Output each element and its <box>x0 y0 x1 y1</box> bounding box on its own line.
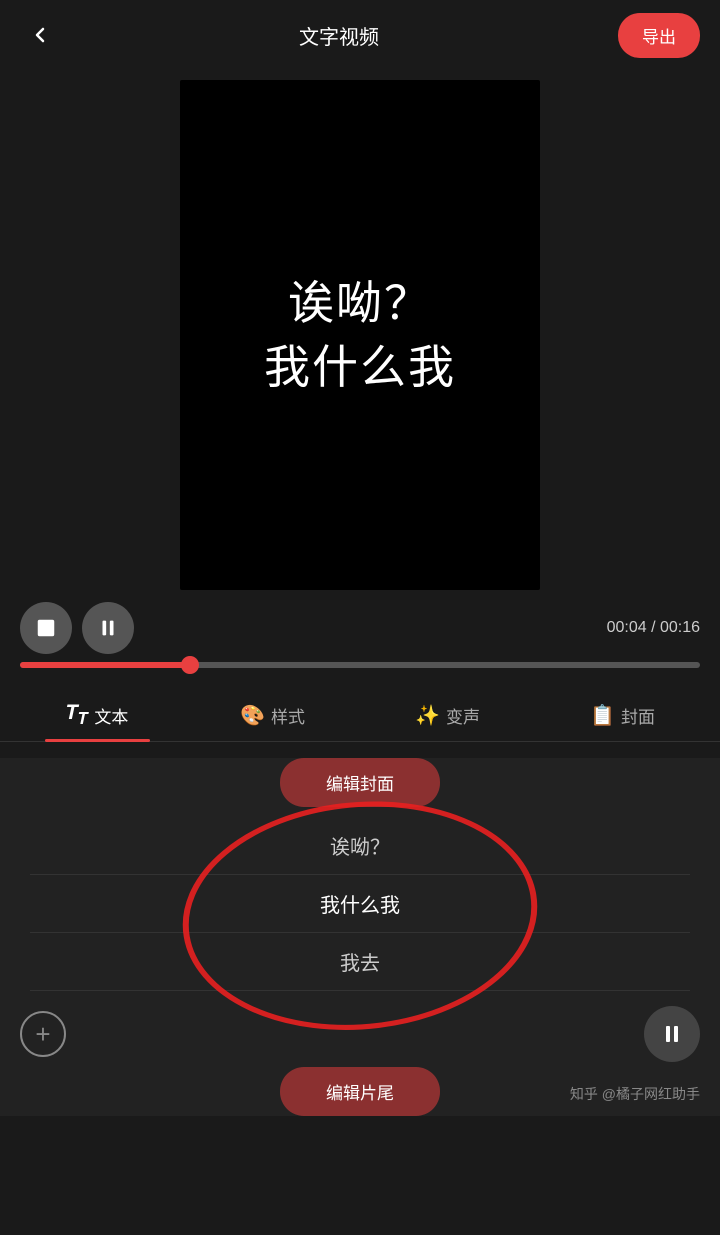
play-bottom-button[interactable] <box>644 1006 700 1062</box>
tab-cover-label: 封面 <box>621 703 655 728</box>
magic-icon: ✨ <box>415 703 440 728</box>
tab-style[interactable]: 🎨 样式 <box>185 689 360 740</box>
script-line-1[interactable]: 诶呦？ <box>30 817 690 875</box>
pause-button[interactable] <box>82 602 134 654</box>
script-line-2[interactable]: 我什么我 <box>30 875 690 933</box>
palette-icon: 🎨 <box>240 703 265 728</box>
tab-text[interactable]: 𝑻𝑻 文本 <box>10 688 185 741</box>
edit-footer-button[interactable]: 编辑片尾 <box>280 1067 440 1116</box>
video-line1: 诶呦？ <box>264 271 456 335</box>
playback-area: 00:04 / 00:16 <box>0 590 720 674</box>
video-container: 诶呦？ 我什么我 <box>0 70 720 590</box>
script-line-3[interactable]: 我去 <box>30 933 690 991</box>
playback-top: 00:04 / 00:16 <box>20 602 700 654</box>
page-title: 文字视频 <box>299 21 379 50</box>
progress-fill <box>20 662 190 668</box>
back-button[interactable] <box>20 15 60 55</box>
tab-voice-label: 变声 <box>446 703 480 728</box>
script-lines: 诶呦？ 我什么我 我去 <box>0 807 720 1001</box>
header: 文字视频 导出 <box>0 0 720 70</box>
bottom-content: 编辑封面 诶呦？ 我什么我 我去 + 编辑片尾 知乎 @橘子网红助手 <box>0 758 720 1116</box>
bookmark-icon: 📋 <box>590 703 615 728</box>
edit-cover-button[interactable]: 编辑封面 <box>280 758 440 807</box>
tab-text-label: 文本 <box>94 703 128 728</box>
stop-button[interactable] <box>20 602 72 654</box>
watermark: 知乎 @橘子网红助手 <box>570 1084 700 1104</box>
tab-bar: 𝑻𝑻 文本 🎨 样式 ✨ 变声 📋 封面 <box>0 688 720 742</box>
tab-cover[interactable]: 📋 封面 <box>535 689 710 740</box>
bottom-row: + <box>0 1001 720 1067</box>
text-icon: 𝑻𝑻 <box>67 702 89 729</box>
video-line2: 我什么我 <box>264 335 456 399</box>
export-button[interactable]: 导出 <box>618 13 700 58</box>
time-display: 00:04 / 00:16 <box>607 619 700 637</box>
tab-style-label: 样式 <box>271 703 305 728</box>
video-preview: 诶呦？ 我什么我 <box>180 80 540 590</box>
tab-voice[interactable]: ✨ 变声 <box>360 689 535 740</box>
progress-bar[interactable] <box>20 662 700 668</box>
progress-thumb[interactable] <box>181 656 199 674</box>
video-text: 诶呦？ 我什么我 <box>264 271 456 400</box>
add-button[interactable]: + <box>20 1011 66 1057</box>
